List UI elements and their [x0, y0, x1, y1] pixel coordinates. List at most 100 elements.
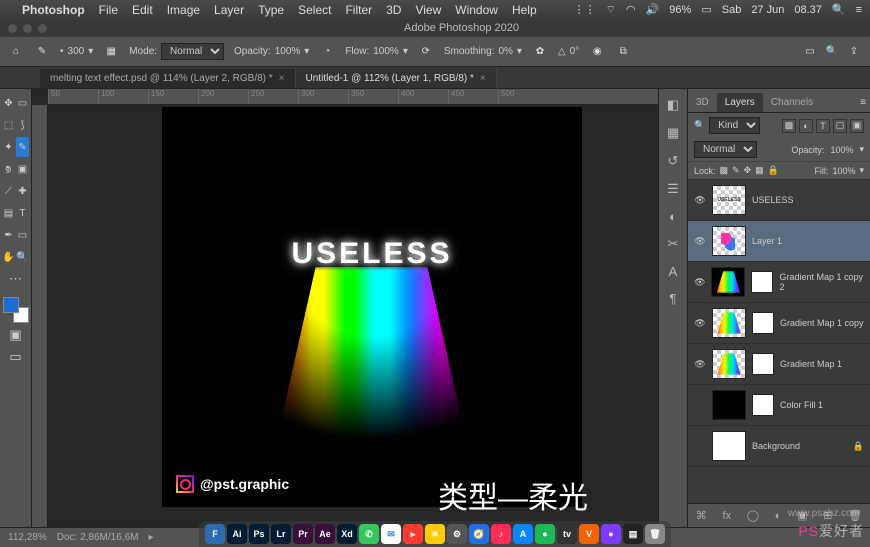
dock-app-icon[interactable]: ▸: [403, 524, 423, 544]
visibility-icon[interactable]: 👁: [694, 195, 706, 206]
filter-icon[interactable]: 🔍: [694, 120, 705, 131]
flow-value[interactable]: 100%: [373, 46, 399, 57]
zoom-value[interactable]: 112,28%: [8, 532, 47, 543]
spotlight-icon[interactable]: 🔍: [832, 3, 846, 16]
clock-time[interactable]: 08.37: [794, 4, 822, 16]
filter-adjust-icon[interactable]: ◐: [799, 119, 813, 133]
clock-date[interactable]: 27 Jun: [751, 4, 784, 16]
dock-app-icon[interactable]: ♪: [491, 524, 511, 544]
link-layers-icon[interactable]: ⌘: [696, 509, 707, 522]
layer-name[interactable]: Gradient Map 1: [780, 359, 842, 369]
quickmask-tool[interactable]: ▣: [4, 325, 28, 345]
menu-3d[interactable]: 3D: [386, 3, 401, 17]
screenmode-tool[interactable]: ▭: [4, 347, 28, 367]
ruler-vertical[interactable]: [32, 105, 48, 527]
layer-name[interactable]: Background: [752, 441, 800, 451]
brush-tool[interactable]: ✎: [16, 137, 29, 157]
opacity-value[interactable]: 100%: [275, 46, 301, 57]
dock-app-icon[interactable]: Pr: [293, 524, 313, 544]
lasso-tool[interactable]: ⟆: [16, 115, 29, 135]
zoom-tool[interactable]: 🔍: [16, 247, 29, 267]
move-tool[interactable]: ✥: [2, 93, 15, 113]
edit-toolbar[interactable]: ⋯: [4, 269, 28, 289]
properties-panel-icon[interactable]: ✂: [668, 236, 679, 252]
history-panel-icon[interactable]: ↺: [668, 153, 679, 169]
layer-thumb[interactable]: [712, 390, 746, 420]
smoothing-gear-icon[interactable]: ✿: [532, 44, 548, 60]
layer-mask-thumb[interactable]: [752, 353, 774, 375]
visibility-icon[interactable]: 👁: [694, 318, 706, 329]
layer-row[interactable]: 👁Gradient Map 1 copy 2: [688, 262, 870, 303]
menu-filter[interactable]: Filter: [345, 3, 372, 17]
angle-value[interactable]: 0°: [570, 46, 580, 57]
volume-icon[interactable]: 🔊: [646, 3, 660, 16]
doc-tab-1[interactable]: melting text effect.psd @ 114% (Layer 2,…: [40, 69, 296, 88]
fx-icon[interactable]: fx: [723, 510, 732, 522]
crop-tool[interactable]: ⟄: [2, 159, 15, 179]
layer-row[interactable]: Color Fill 1: [688, 385, 870, 426]
filter-kind-select[interactable]: Kind: [709, 117, 760, 134]
shape-tool[interactable]: ▭: [16, 225, 29, 245]
panel-tab-channels[interactable]: Channels: [763, 93, 821, 112]
lock-pos-icon[interactable]: ✥: [744, 165, 752, 176]
menu-select[interactable]: Select: [298, 3, 331, 17]
share-icon[interactable]: ⇪: [846, 44, 862, 60]
notif-icon[interactable]: ≡: [856, 4, 862, 16]
canvas-area[interactable]: 50100150200250300350400450500 USELESS @p…: [32, 89, 658, 527]
dock-app-icon[interactable]: ☀: [425, 524, 445, 544]
gradient-tool[interactable]: ▤: [2, 203, 15, 223]
dock-app-icon[interactable]: ✉: [381, 524, 401, 544]
visibility-icon[interactable]: 👁: [694, 236, 706, 247]
dock-app-icon[interactable]: V: [579, 524, 599, 544]
dock-app-icon[interactable]: Ps: [249, 524, 269, 544]
menu-help[interactable]: Help: [512, 3, 537, 17]
app-name-menu[interactable]: Photoshop: [22, 3, 85, 17]
filter-type-icon[interactable]: T: [816, 119, 830, 133]
bluetooth-icon[interactable]: ⌔: [606, 3, 616, 17]
layer-row[interactable]: 👁Gradient Map 1: [688, 344, 870, 385]
dock-app-icon[interactable]: ●: [535, 524, 555, 544]
eyedropper-tool[interactable]: ⟋: [2, 181, 15, 201]
fg-swatch[interactable]: [3, 297, 19, 313]
frame-tool[interactable]: ▣: [16, 159, 29, 179]
battery-icon[interactable]: ▭: [701, 3, 711, 16]
traffic-min[interactable]: [23, 24, 32, 33]
dock-app-icon[interactable]: 🗑: [645, 524, 665, 544]
dock-app-icon[interactable]: ⚙: [447, 524, 467, 544]
lock-nest-icon[interactable]: ▦: [755, 165, 764, 176]
filter-smart-icon[interactable]: ▣: [850, 119, 864, 133]
layer-row[interactable]: 👁Layer 1: [688, 221, 870, 262]
panel-tab-layers[interactable]: Layers: [717, 93, 763, 112]
layer-thumb[interactable]: [712, 226, 746, 256]
swatches-panel-icon[interactable]: ▦: [667, 125, 679, 141]
layer-thumb[interactable]: [712, 185, 746, 215]
layer-mask-thumb[interactable]: [752, 394, 774, 416]
brush-panel-icon[interactable]: ▦: [103, 44, 119, 60]
dock-app-icon[interactable]: A: [513, 524, 533, 544]
lock-all-icon[interactable]: 🔒: [768, 165, 779, 176]
filter-shape-icon[interactable]: ▢: [833, 119, 847, 133]
char-panel-icon[interactable]: A: [669, 264, 678, 279]
doc-tab-2[interactable]: Untitled-1 @ 112% (Layer 1, RGB/8) *×: [296, 69, 497, 88]
mask-icon[interactable]: ◯: [747, 509, 759, 522]
menu-window[interactable]: Window: [455, 3, 498, 17]
document-canvas[interactable]: USELESS @pst.graphic: [162, 107, 582, 507]
pressure-size-icon[interactable]: ◉: [589, 44, 605, 60]
wifi-icon[interactable]: ⋮⋮: [574, 3, 596, 16]
layer-thumb[interactable]: [712, 431, 746, 461]
blend-mode-select[interactable]: Normal: [161, 43, 224, 60]
layer-name[interactable]: USELESS: [752, 195, 794, 205]
doc-size[interactable]: Doc: 2,86M/16,6M: [57, 532, 139, 543]
close-tab-icon[interactable]: ×: [480, 73, 486, 84]
menu-view[interactable]: View: [415, 3, 441, 17]
dock-app-icon[interactable]: ▤: [623, 524, 643, 544]
dock-app-icon[interactable]: Xd: [337, 524, 357, 544]
pen-tool[interactable]: ✒: [2, 225, 15, 245]
brush-size-control[interactable]: •300▾: [60, 46, 93, 57]
lock-pixel-icon[interactable]: ✎: [732, 165, 740, 176]
search-icon[interactable]: 🔍: [824, 44, 840, 60]
panel-menu-icon[interactable]: ≡: [856, 93, 870, 112]
dock-app-icon[interactable]: Ae: [315, 524, 335, 544]
layer-thumb[interactable]: [712, 308, 746, 338]
lock-trans-icon[interactable]: ▩: [720, 165, 729, 176]
